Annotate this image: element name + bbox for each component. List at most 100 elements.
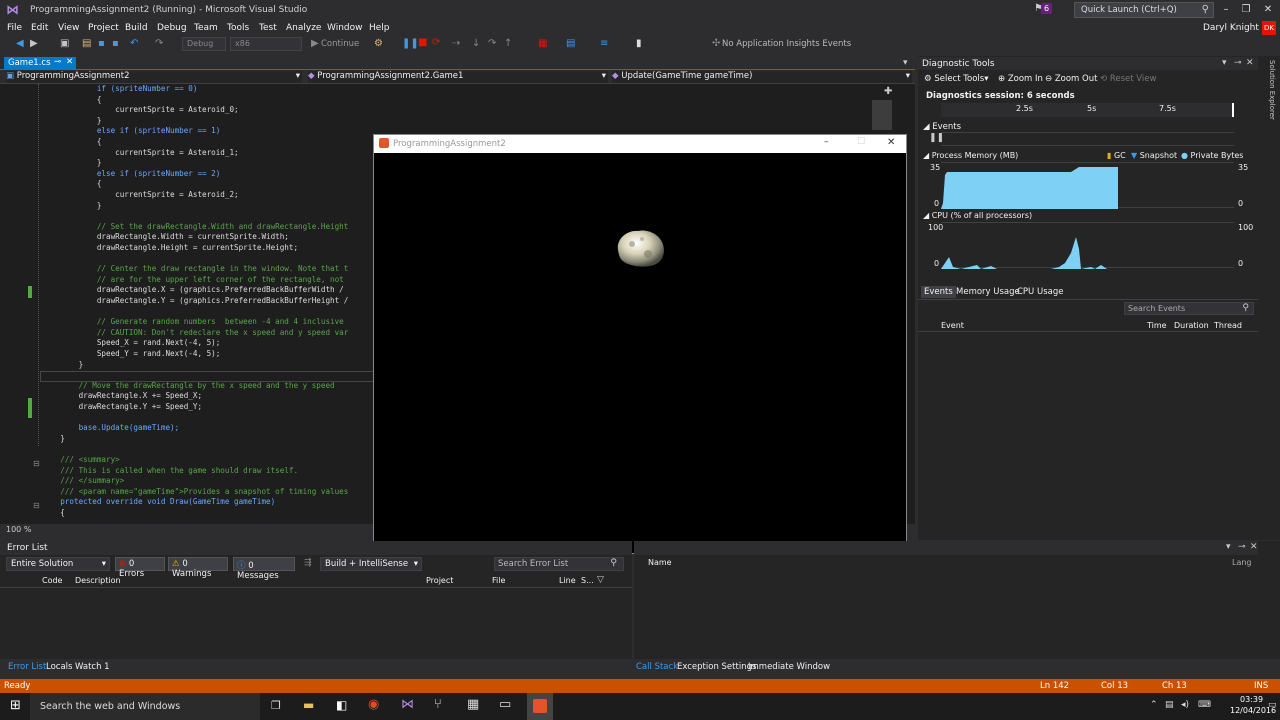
collapse-icon[interactable]: ⊟ <box>33 501 40 510</box>
column-time[interactable]: Time <box>1147 321 1167 330</box>
column-line[interactable]: Line <box>559 576 576 585</box>
tab-immediate-window[interactable]: Immediate Window <box>748 662 830 672</box>
column-suppression[interactable]: S... <box>581 576 594 585</box>
pin-icon[interactable]: ⊸ <box>1234 58 1242 68</box>
gc-legend[interactable]: ▮ GC <box>1107 151 1126 160</box>
attach-icon[interactable]: ⚙ <box>374 38 383 49</box>
menu-edit[interactable]: Edit <box>31 23 48 33</box>
menu-file[interactable]: File <box>7 23 22 33</box>
menu-tools[interactable]: Tools <box>227 23 249 33</box>
store-icon[interactable]: ◧ <box>336 698 347 712</box>
column-event[interactable]: Event <box>941 321 964 330</box>
zoom-in-button[interactable]: ⊕ Zoom In <box>998 74 1043 84</box>
application-insights-icon[interactable]: ✣ <box>712 38 720 49</box>
tab-events[interactable]: Events <box>921 286 956 298</box>
tab-exception-settings[interactable]: Exception Settings <box>677 662 756 672</box>
windows-start-icon[interactable]: ⊞ <box>10 698 21 713</box>
taskbar-search-box[interactable]: Search the web and Windows <box>30 693 260 720</box>
maximize-icon[interactable]: ☐ <box>857 137 865 147</box>
collapse-icon[interactable]: ⊟ <box>33 459 40 468</box>
new-project-icon[interactable]: ▣ <box>60 38 69 49</box>
pin-icon[interactable]: ⊸ <box>54 57 61 67</box>
hex-display-icon[interactable]: ▦ <box>538 38 547 49</box>
column-thread[interactable]: Thread <box>1214 321 1242 330</box>
tab-cpu-usage[interactable]: CPU Usage <box>1017 287 1063 297</box>
search-events-input[interactable]: Search Events ⚲ <box>1124 302 1254 315</box>
cpu-usage-graph[interactable] <box>941 222 1234 269</box>
pin-icon[interactable]: ⊸ <box>1238 542 1246 552</box>
zoom-out-button[interactable]: ⊖ Zoom Out <box>1045 74 1097 84</box>
bookmark-icon[interactable]: ▮ <box>636 38 642 49</box>
tab-watch-1[interactable]: Watch 1 <box>75 662 110 672</box>
reset-view-button[interactable]: ⟲ Reset View <box>1100 74 1156 84</box>
tab-locals[interactable]: Locals <box>46 662 72 672</box>
save-icon[interactable]: ▪ <box>98 38 105 49</box>
tray-arrow-icon[interactable]: ⌃ <box>1150 700 1158 710</box>
warnings-filter-button[interactable]: ⚠ 0 Warnings <box>168 557 228 579</box>
column-name[interactable]: Name <box>648 558 672 567</box>
close-button[interactable]: ✕ <box>1258 2 1278 18</box>
menu-debug[interactable]: Debug <box>157 23 187 33</box>
session-timeline-ruler[interactable]: 2.5s 5s 7.5s <box>941 103 1234 117</box>
configuration-select[interactable]: Debug <box>182 37 226 51</box>
stop-icon[interactable]: ■ <box>418 37 427 48</box>
close-icon[interactable]: ✕ <box>887 137 895 148</box>
memory-section-header[interactable]: ◢ Process Memory (MB) <box>923 151 1018 160</box>
action-center-icon[interactable]: ▭ <box>1268 700 1277 710</box>
file-explorer-icon[interactable]: ▬ <box>303 698 314 712</box>
menu-build[interactable]: Build <box>125 23 148 33</box>
notification-count-badge[interactable]: 6 <box>1041 3 1053 14</box>
continue-icon[interactable]: ▶ <box>311 38 319 49</box>
process-memory-graph[interactable] <box>941 162 1234 209</box>
solution-explorer-side-tab[interactable]: Solution Explorer <box>1262 60 1276 170</box>
continue-button[interactable]: Continue <box>321 39 359 49</box>
step-over-icon[interactable]: ↷ <box>488 38 496 49</box>
events-section-header[interactable]: ◢ Events <box>923 122 961 132</box>
scroll-thumb[interactable] <box>872 100 892 130</box>
avatar[interactable]: DK <box>1262 21 1276 35</box>
show-next-statement-icon[interactable]: ⇢ <box>452 38 460 49</box>
menu-view[interactable]: View <box>58 23 79 33</box>
column-code[interactable]: Code <box>42 576 62 585</box>
calculator-icon[interactable]: ▦ <box>467 697 479 712</box>
column-description[interactable]: Description <box>75 576 121 585</box>
private-bytes-legend[interactable]: ● Private Bytes <box>1181 151 1243 160</box>
volume-icon[interactable]: ◂) <box>1181 700 1189 710</box>
close-icon[interactable]: ✕ <box>1246 58 1254 68</box>
column-duration[interactable]: Duration <box>1174 321 1209 330</box>
pause-icon[interactable]: ❚❚ <box>402 38 419 49</box>
clock-time[interactable]: 03:39 <box>1240 695 1263 704</box>
game-window[interactable] <box>373 134 907 554</box>
class-navigation-combo[interactable]: ◆ ProgrammingAssignment2.Game1 ▾ <box>308 71 608 83</box>
minimize-button[interactable]: – <box>1216 2 1236 18</box>
chrome-icon[interactable]: ◉ <box>368 697 379 712</box>
menu-project[interactable]: Project <box>88 23 119 33</box>
breakpoint-window-icon[interactable]: ▤ <box>566 38 575 49</box>
tab-memory-usage[interactable]: Memory Usage <box>956 287 1020 297</box>
tab-error-list[interactable]: Error List <box>8 662 46 672</box>
git-icon[interactable]: ⑂ <box>434 697 442 712</box>
quick-launch-input[interactable]: Quick Launch (Ctrl+Q) ⚲ <box>1074 2 1214 18</box>
navigate-back-icon[interactable]: ◀ <box>16 38 24 49</box>
undo-icon[interactable]: ↶ <box>130 38 138 49</box>
user-name[interactable]: Daryl Knight <box>1203 23 1259 33</box>
select-tools-button[interactable]: ⚙ Select Tools▾ <box>924 74 988 84</box>
filter-icon[interactable]: ⇶ <box>304 558 312 568</box>
search-error-list-input[interactable]: Search Error List ⚲ <box>494 557 624 571</box>
messages-filter-button[interactable]: ⓘ 0 Messages <box>233 557 295 581</box>
tab-dropdown-icon[interactable]: ▾ <box>903 58 908 68</box>
comment-out-icon[interactable]: ≡ <box>600 38 608 49</box>
error-scope-select[interactable]: Entire Solution ▾ <box>6 557 110 571</box>
dropdown-icon[interactable]: ▾ <box>1226 542 1231 552</box>
minimize-icon[interactable]: – <box>824 137 829 147</box>
menu-window[interactable]: Window <box>327 23 363 33</box>
network-icon[interactable]: ▤ <box>1165 700 1174 710</box>
menu-help[interactable]: Help <box>369 23 390 33</box>
step-into-icon[interactable]: ↓ <box>472 38 480 49</box>
restart-icon[interactable]: ⟳ <box>432 37 440 48</box>
close-tab-icon[interactable]: ✕ <box>66 57 73 67</box>
column-file[interactable]: File <box>492 576 505 585</box>
maximize-button[interactable]: ❐ <box>1236 2 1256 18</box>
game-taskbar-button[interactable] <box>527 693 553 720</box>
keyboard-icon[interactable]: ⌨ <box>1198 700 1211 710</box>
